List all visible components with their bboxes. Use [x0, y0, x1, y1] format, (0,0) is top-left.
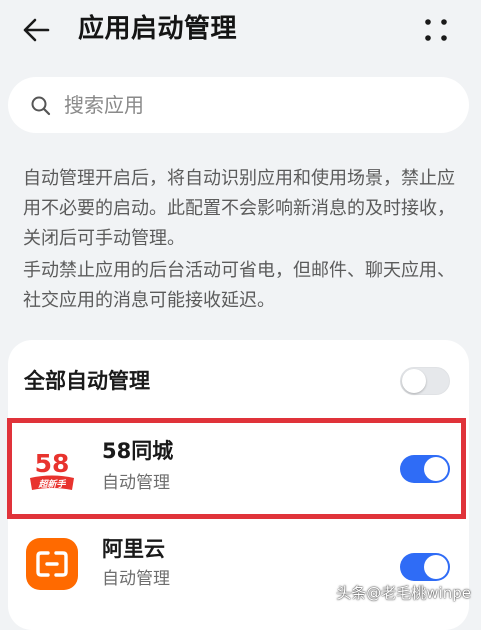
- app-toggle-aliyun[interactable]: [400, 553, 450, 581]
- arrow-left-icon: [23, 18, 50, 42]
- app-status: 自动管理: [102, 569, 170, 589]
- all-auto-manage-label: 全部自动管理: [24, 369, 150, 393]
- toggle-knob: [424, 555, 448, 579]
- logo-badge-text: 58: [35, 449, 70, 478]
- app-row-58tongcheng[interactable]: 58 超新手 58同城 自动管理: [8, 420, 469, 518]
- 58-logo-icon: 58 超新手: [26, 442, 78, 494]
- more-grid-icon: [425, 19, 447, 41]
- search-bar[interactable]: [8, 77, 469, 133]
- app-toggle-58tongcheng[interactable]: [400, 455, 450, 483]
- logo-caption-text: 超新手: [37, 479, 66, 490]
- row-divider: [102, 518, 453, 519]
- app-name: 58同城: [102, 439, 174, 463]
- toggle-knob: [424, 457, 448, 481]
- auto-manage-description: 自动管理开启后，将自动识别应用和使用场景，禁止应用不必要的启动。此配置不会影响新…: [23, 168, 455, 249]
- search-input[interactable]: [64, 87, 444, 123]
- page-title: 应用启动管理: [78, 14, 238, 44]
- manual-manage-description: 手动禁止应用的后台活动可省电，但邮件、聊天应用、社交应用的消息可能接收延迟。: [23, 260, 455, 311]
- app-row-aliyun[interactable]: 阿里云 自动管理: [8, 520, 469, 618]
- toggle-knob: [402, 369, 426, 393]
- search-icon: [31, 96, 51, 116]
- app-status: 自动管理: [102, 473, 170, 493]
- all-auto-manage-toggle[interactable]: [400, 367, 450, 395]
- more-options-button[interactable]: [416, 12, 456, 48]
- back-button[interactable]: [16, 10, 56, 50]
- aliyun-logo-icon: [26, 538, 78, 590]
- header: 应用启动管理: [0, 0, 481, 60]
- app-name: 阿里云: [102, 537, 165, 561]
- watermark: 头条@老毛桃winpe: [336, 584, 471, 602]
